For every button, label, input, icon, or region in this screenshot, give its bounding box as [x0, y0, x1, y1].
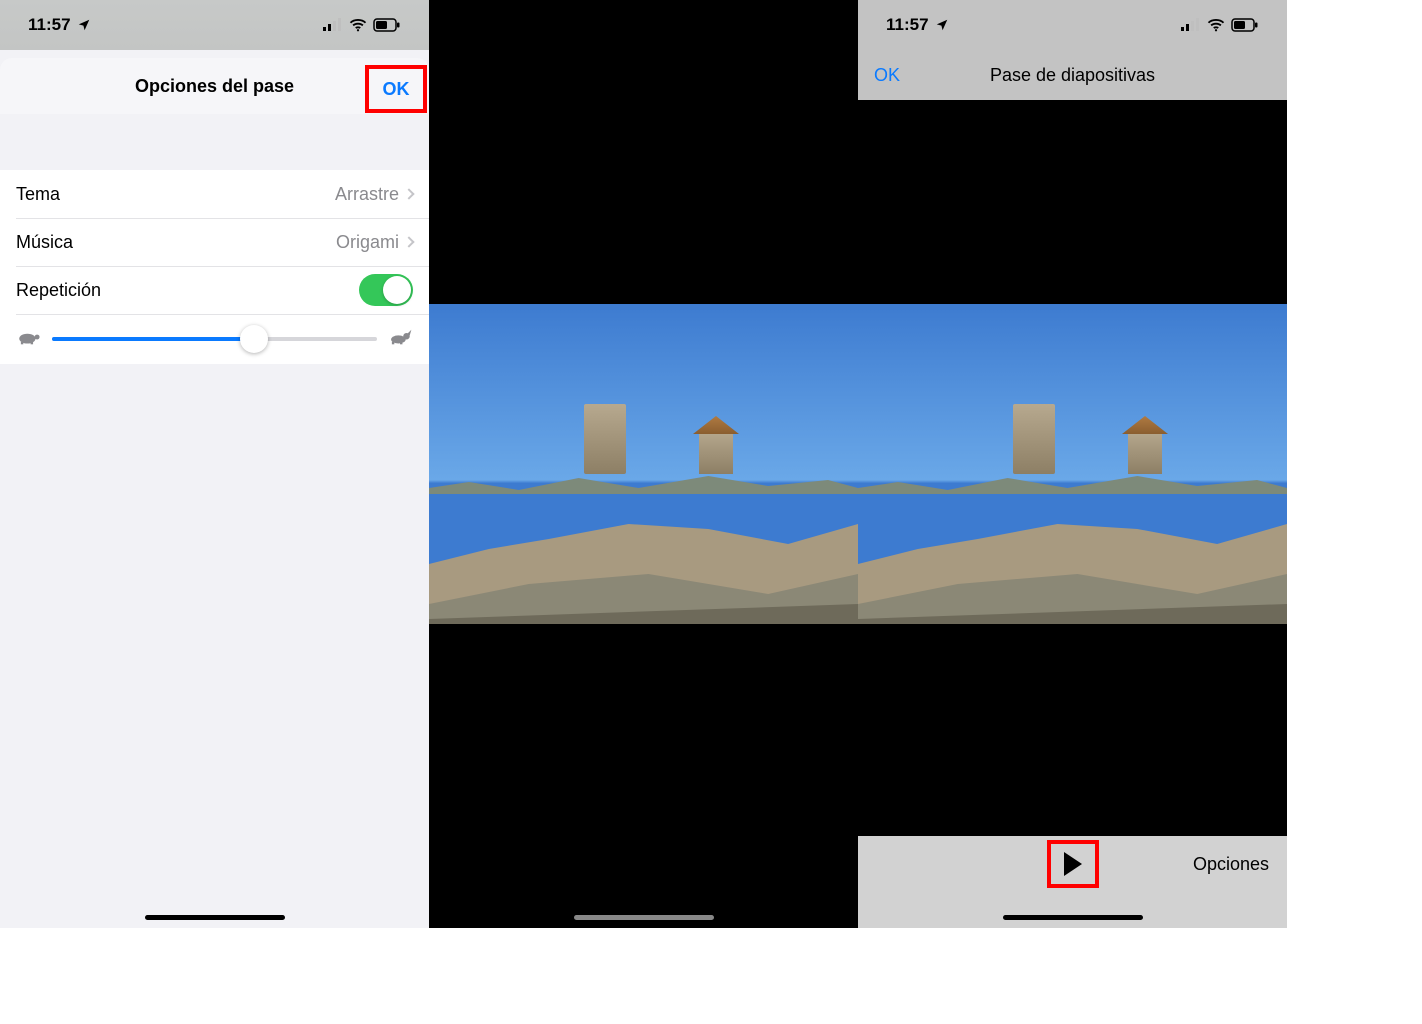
location-icon [77, 18, 91, 32]
options-pane: 11:57 [0, 0, 429, 928]
wifi-icon [1207, 18, 1225, 32]
cellular-signal-icon [323, 18, 343, 32]
slideshow-playing-pane[interactable] [429, 0, 858, 928]
wifi-icon [349, 18, 367, 32]
home-indicator[interactable] [574, 915, 714, 920]
repeat-toggle[interactable] [359, 274, 413, 306]
ok-button[interactable]: OK [874, 65, 900, 86]
options-list: Tema Arrastre Música Origami Repetición [0, 170, 429, 364]
status-time: 11:57 [28, 15, 71, 35]
slideshow-paused-pane: 11:57 [858, 0, 1287, 928]
turtle-icon [16, 328, 42, 351]
speed-slider[interactable] [52, 337, 377, 341]
row-repeat: Repetición [0, 266, 429, 314]
chevron-right-icon [403, 236, 414, 247]
options-button[interactable]: Opciones [1193, 854, 1269, 875]
chevron-right-icon [403, 188, 414, 199]
battery-icon [1231, 18, 1259, 32]
ok-button[interactable]: OK [383, 79, 410, 100]
row-music-value: Origami [336, 232, 399, 253]
play-button-highlight [1049, 842, 1097, 886]
status-time: 11:57 [886, 15, 929, 35]
options-sheet: Opciones del pase OK Tema Arrastre Músic… [0, 58, 429, 928]
status-bar: 11:57 [858, 0, 1287, 50]
location-icon [935, 18, 949, 32]
slideshow-header: OK Pase de diapositivas [858, 50, 1287, 100]
row-repeat-label: Repetición [16, 280, 101, 301]
ok-button-highlight: OK [367, 67, 425, 111]
battery-icon [373, 18, 401, 32]
row-theme-label: Tema [16, 184, 60, 205]
row-music[interactable]: Música Origami [0, 218, 429, 266]
slideshow-toolbar: Opciones [858, 836, 1287, 928]
home-indicator[interactable] [145, 915, 285, 920]
slideshow-title: Pase de diapositivas [990, 65, 1155, 86]
sheet-header: Opciones del pase OK [0, 58, 429, 114]
row-speed [0, 314, 429, 364]
row-music-label: Música [16, 232, 73, 253]
row-theme[interactable]: Tema Arrastre [0, 170, 429, 218]
status-bar: 11:57 [0, 0, 429, 50]
rabbit-icon [387, 328, 413, 351]
play-icon[interactable] [1064, 852, 1082, 876]
sheet-title: Opciones del pase [135, 76, 294, 97]
slideshow-photo [858, 304, 1287, 624]
slideshow-photo [429, 304, 858, 624]
cellular-signal-icon [1181, 18, 1201, 32]
home-indicator[interactable] [1003, 915, 1143, 920]
speed-slider-thumb[interactable] [240, 325, 268, 353]
row-theme-value: Arrastre [335, 184, 399, 205]
